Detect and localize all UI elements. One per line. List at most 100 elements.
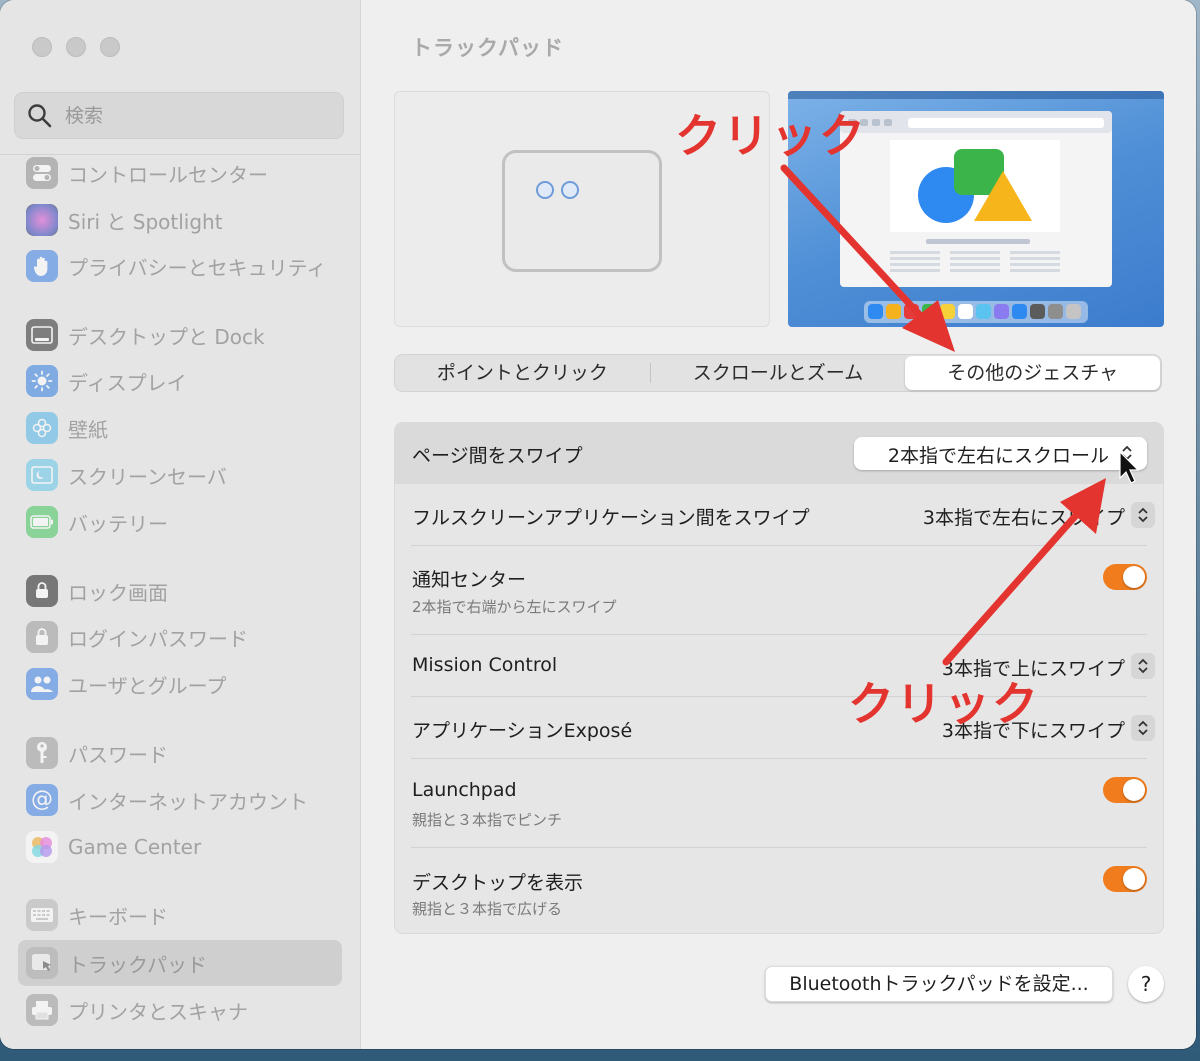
popup-value: 2本指で左右にスクロール <box>887 445 1109 467</box>
gesture-settings-list: ページ間をスワイプ 2本指で左右にスクロール フルスクリーンアプリケーション間を… <box>394 422 1164 934</box>
setting-row-mission-control: Mission Control 3本指で上にスワイプ <box>395 635 1163 697</box>
sidebar-item-label: コントロールセンター <box>68 162 268 187</box>
sidebar-item-label: ログインパスワード <box>68 626 248 651</box>
tab-scroll-zoom[interactable]: スクロールとズーム <box>651 356 906 390</box>
setting-label: Launchpad <box>412 779 517 801</box>
sidebar-item-label: キーボード <box>68 904 168 929</box>
key-icon <box>26 737 58 769</box>
setting-row-launchpad: Launchpad 親指と３本指でピンチ <box>395 759 1163 847</box>
setting-row-app-expose: アプリケーションExposé 3本指で下にスワイプ <box>395 697 1163 759</box>
sidebar-item-keyboard[interactable]: キーボード <box>18 893 342 937</box>
at-sign-icon: @ <box>26 784 58 816</box>
keyboard-icon <box>26 899 58 931</box>
sidebar-item-siri-spotlight[interactable]: Siri と Spotlight <box>18 198 342 242</box>
search-field[interactable] <box>14 92 344 139</box>
sidebar-item-login-password[interactable]: ログインパスワード <box>18 615 342 659</box>
siri-icon <box>26 204 58 236</box>
setting-row-show-desktop: デスクトップを表示 親指と３本指で広げる <box>395 848 1163 933</box>
system-settings-window: コントロールセンター Siri と Spotlight プライバシーとセキュリテ… <box>0 0 1196 1049</box>
popup-chevrons-icon <box>1115 440 1139 466</box>
setting-row-notification-center: 通知センター 2本指で右端から左にスワイプ <box>395 546 1163 634</box>
sidebar-item-label: ロック画面 <box>68 580 168 605</box>
setting-description: 2本指で右端から左にスワイプ <box>412 598 617 616</box>
show-desktop-toggle[interactable] <box>1103 866 1147 892</box>
setting-label: アプリケーションExposé <box>412 720 633 742</box>
swipe-fullscreen-popup[interactable]: 3本指で左右にスワイプ <box>923 503 1125 530</box>
sidebar: コントロールセンター Siri と Spotlight プライバシーとセキュリテ… <box>0 0 361 1049</box>
screensaver-icon <box>26 459 58 491</box>
sidebar-item-desktop-dock[interactable]: デスクトップと Dock <box>18 313 342 357</box>
lock-screen-icon <box>26 575 58 607</box>
sidebar-item-label: プライバシーとセキュリティ <box>68 255 327 280</box>
popup-chevrons-icon[interactable] <box>1131 653 1155 679</box>
launchpad-toggle[interactable] <box>1103 777 1147 803</box>
search-input[interactable] <box>63 103 317 128</box>
sidebar-item-label: パスワード <box>68 742 168 767</box>
search-icon <box>28 103 52 127</box>
finger-dot <box>536 181 554 199</box>
sidebar-item-label: スクリーンセーバ <box>68 464 227 489</box>
tab-point-click[interactable]: ポイントとクリック <box>395 356 650 390</box>
setting-label: ページ間をスワイプ <box>412 445 583 467</box>
desktop-dock-icon <box>26 319 58 351</box>
sidebar-item-display[interactable]: ディスプレイ <box>18 359 342 403</box>
sidebar-item-label: バッテリー <box>68 511 168 536</box>
tab-more-gestures[interactable]: その他のジェスチャ <box>905 356 1161 390</box>
annotation-click-label-bottom: クリック <box>848 677 1040 731</box>
sidebar-item-label: ユーザとグループ <box>68 673 227 698</box>
page-title: トラックパッド <box>411 36 564 60</box>
sidebar-item-label: インターネットアカウント <box>68 789 308 814</box>
sidebar-item-screensaver[interactable]: スクリーンセーバ <box>18 453 342 497</box>
display-sun-icon <box>26 365 58 397</box>
game-center-icon <box>26 831 58 863</box>
login-lock-icon <box>26 621 58 653</box>
sidebar-item-privacy-security[interactable]: プライバシーとセキュリティ <box>18 244 342 288</box>
setting-label: フルスクリーンアプリケーション間をスワイプ <box>412 507 810 529</box>
popup-chevrons-icon[interactable] <box>1131 502 1155 528</box>
setting-description: 親指と３本指で広げる <box>412 900 563 918</box>
sidebar-item-trackpad[interactable]: トラックパッド <box>18 940 342 986</box>
setting-label: デスクトップを表示 <box>412 872 584 894</box>
setting-label: Mission Control <box>412 654 558 676</box>
zoom-window-button[interactable] <box>100 37 120 57</box>
annotation-click-label-top: クリック <box>675 109 867 163</box>
sidebar-item-label: デスクトップと Dock <box>68 324 265 349</box>
sidebar-item-label: トラックパッド <box>68 952 207 977</box>
sidebar-item-passwords[interactable]: パスワード <box>18 731 342 775</box>
sidebar-item-wallpaper[interactable]: 壁紙 <box>18 406 342 450</box>
notification-center-toggle[interactable] <box>1103 564 1147 590</box>
privacy-hand-icon <box>26 250 58 282</box>
finger-dot <box>561 181 579 199</box>
gesture-tabs: ポイントとクリック スクロールとズーム その他のジェスチャ <box>394 354 1162 392</box>
swipe-pages-popup[interactable]: 2本指で左右にスクロール <box>854 437 1147 470</box>
popup-chevrons-icon[interactable] <box>1131 715 1155 741</box>
sidebar-item-users-groups[interactable]: ユーザとグループ <box>18 662 342 706</box>
window-controls <box>32 37 120 57</box>
close-window-button[interactable] <box>32 37 52 57</box>
setting-row-swipe-fullscreen: フルスクリーンアプリケーション間をスワイプ 3本指で左右にスワイプ <box>395 484 1163 546</box>
setting-description: 親指と３本指でピンチ <box>412 811 563 829</box>
sidebar-item-internet-accounts[interactable]: @ インターネットアカウント <box>18 778 342 822</box>
sidebar-item-control-center[interactable]: コントロールセンター <box>18 151 342 195</box>
sidebar-item-game-center[interactable]: Game Center <box>18 825 342 869</box>
battery-icon <box>26 506 58 538</box>
sidebar-item-label: Siri と Spotlight <box>68 209 223 234</box>
wallpaper-flower-icon <box>26 412 58 444</box>
sidebar-item-label: 壁紙 <box>68 417 108 442</box>
control-center-icon <box>26 157 58 189</box>
sidebar-item-label: ディスプレイ <box>68 370 187 395</box>
sidebar-item-label: Game Center <box>68 835 202 859</box>
trackpad-icon <box>26 947 58 979</box>
help-button[interactable]: ? <box>1128 966 1164 1002</box>
trackpad-illustration <box>502 150 662 272</box>
sidebar-item-battery[interactable]: バッテリー <box>18 500 342 544</box>
bluetooth-trackpad-setup-button[interactable]: Bluetoothトラックパッドを設定... <box>765 966 1113 1002</box>
setting-label: 通知センター <box>412 569 527 591</box>
printer-icon <box>26 994 58 1026</box>
sidebar-item-lock-screen[interactable]: ロック画面 <box>18 569 342 613</box>
sidebar-item-printers-scanners[interactable]: プリンタとスキャナ <box>18 988 342 1032</box>
users-groups-icon <box>26 668 58 700</box>
minimize-window-button[interactable] <box>66 37 86 57</box>
setting-row-swipe-pages: ページ間をスワイプ 2本指で左右にスクロール <box>395 423 1163 484</box>
sidebar-item-label: プリンタとスキャナ <box>68 999 248 1024</box>
